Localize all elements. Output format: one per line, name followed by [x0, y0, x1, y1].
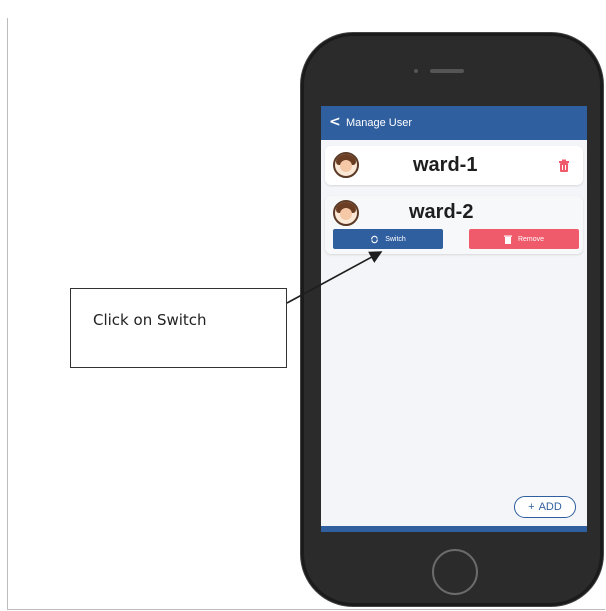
- annotation-arrow: [286, 251, 383, 304]
